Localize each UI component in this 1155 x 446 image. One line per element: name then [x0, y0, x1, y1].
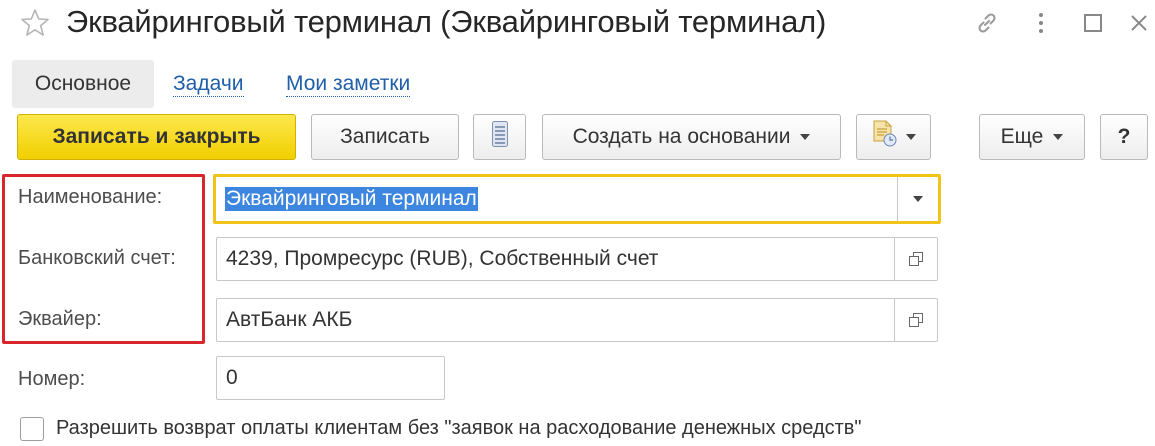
save-label: Записать: [340, 125, 430, 148]
print-button[interactable]: [856, 114, 931, 160]
number-value: 0: [226, 366, 238, 389]
name-field[interactable]: Эквайринговый терминал: [213, 174, 941, 224]
document-print-icon: [872, 120, 898, 154]
tab-notes[interactable]: Мои заметки: [286, 72, 411, 97]
number-field[interactable]: 0: [216, 356, 445, 400]
create-based-on-label: Создать на основании: [572, 125, 791, 148]
help-button[interactable]: ?: [1100, 114, 1148, 160]
save-and-close-button[interactable]: Записать и закрыть: [17, 114, 296, 160]
acquirer-value: АвтБанк АКБ: [226, 308, 353, 331]
bank-account-field[interactable]: 4239, Промресурс (RUB), Собственный счет: [216, 237, 938, 281]
link-icon[interactable]: [972, 8, 1002, 38]
list-icon: [491, 121, 508, 153]
close-icon[interactable]: [1124, 8, 1154, 38]
open-form-icon: [909, 252, 923, 266]
name-field-value: Эквайринговый терминал: [225, 187, 478, 211]
create-based-on-button[interactable]: Создать на основании: [542, 114, 841, 160]
acquirer-label: Эквайер:: [18, 308, 102, 330]
save-button[interactable]: Записать: [311, 114, 459, 160]
more-vertical-icon[interactable]: [1026, 8, 1056, 38]
chevron-down-icon: [913, 196, 923, 202]
name-label: Наименование:: [18, 186, 163, 208]
dropdown-button[interactable]: [897, 177, 938, 221]
more-button[interactable]: Еще: [979, 114, 1085, 160]
refund-checkbox[interactable]: [20, 417, 44, 441]
refund-checkbox-label[interactable]: Разрешить возврат оплаты клиентам без "з…: [56, 417, 862, 440]
window-title: Эквайринговый терминал (Эквайринговый те…: [66, 4, 827, 39]
star-icon[interactable]: [20, 8, 50, 38]
chevron-down-icon: [905, 134, 916, 140]
open-bank-account-button[interactable]: [894, 238, 937, 280]
more-label: Еще: [1000, 125, 1044, 148]
maximize-icon[interactable]: [1078, 8, 1108, 38]
help-label: ?: [1117, 125, 1131, 148]
save-and-close-label: Записать и закрыть: [52, 125, 261, 148]
list-button[interactable]: [473, 114, 526, 160]
tab-main-label: Основное: [34, 72, 132, 95]
tab-tasks[interactable]: Задачи: [173, 72, 244, 97]
open-form-icon: [909, 313, 923, 327]
bank-account-label: Банковский счет:: [18, 247, 176, 269]
chevron-down-icon: [1053, 134, 1064, 140]
open-acquirer-button[interactable]: [894, 299, 937, 341]
tab-main[interactable]: Основное: [12, 60, 154, 108]
acquirer-field[interactable]: АвтБанк АКБ: [216, 298, 938, 342]
chevron-down-icon: [800, 134, 811, 140]
bank-account-value: 4239, Промресурс (RUB), Собственный счет: [226, 247, 659, 270]
number-label: Номер:: [18, 368, 86, 390]
